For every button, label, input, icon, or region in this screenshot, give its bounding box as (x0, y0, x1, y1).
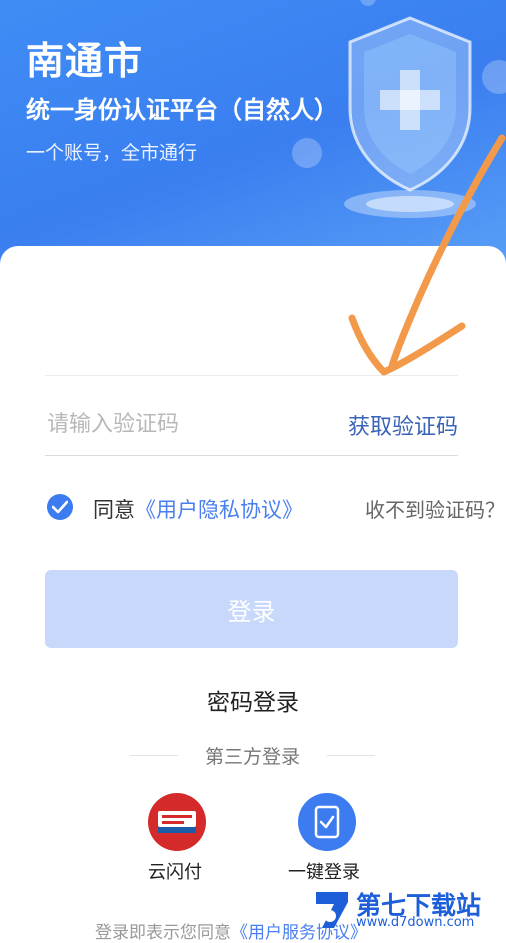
annotation-arrow (348, 134, 506, 376)
